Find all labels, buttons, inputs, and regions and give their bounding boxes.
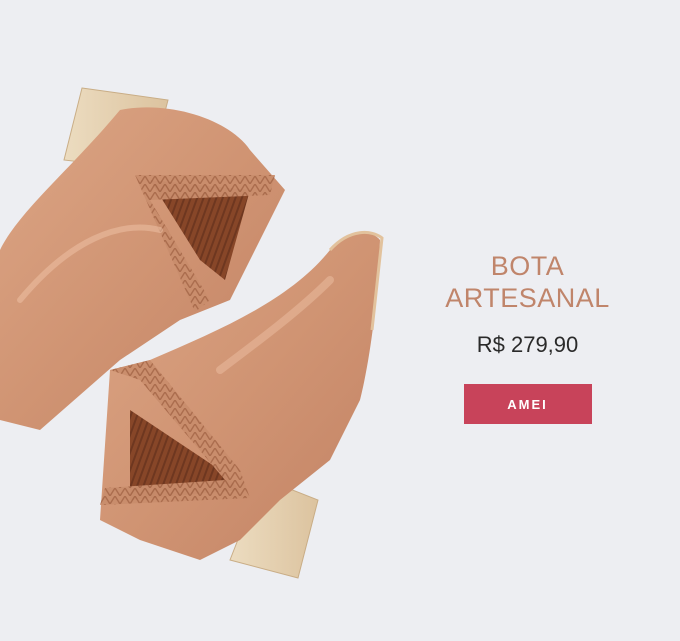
product-title: BOTA ARTESANAL [440,250,615,314]
product-title-line1: BOTA [490,251,565,281]
ad-banner: BOTA ARTESANAL R$ 279,90 AMEI [0,0,680,641]
product-price: R$ 279,90 [476,332,579,357]
product-info: BOTA ARTESANAL R$ 279,90 AMEI [440,250,615,424]
product-title-line2: ARTESANAL [445,283,610,313]
amei-button[interactable]: AMEI [463,384,592,424]
boots-image [0,87,384,579]
